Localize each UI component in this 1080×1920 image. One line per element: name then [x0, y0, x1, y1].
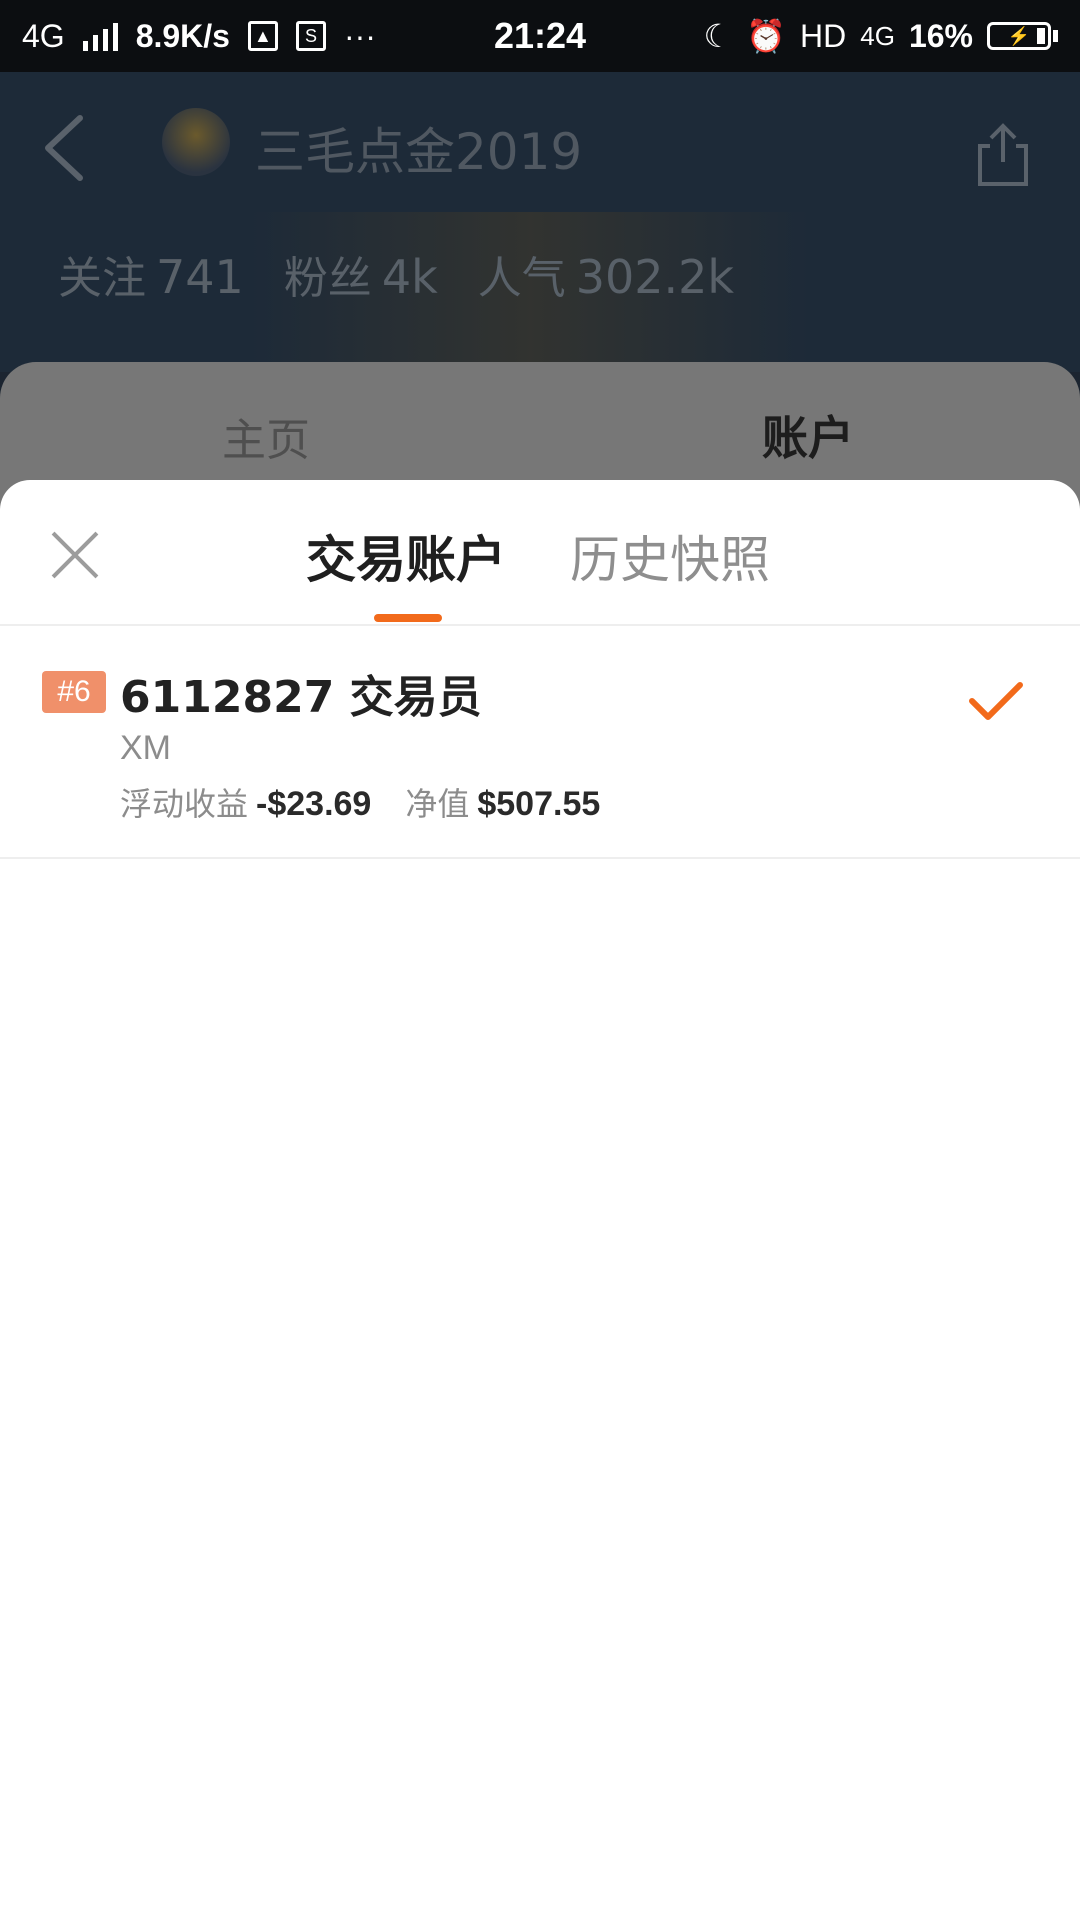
- alarm-icon: ⏰: [746, 18, 787, 54]
- account-broker: XM: [120, 729, 171, 767]
- back-button[interactable]: [38, 112, 98, 184]
- divider: [0, 857, 1080, 859]
- hd-indicator: HD: [800, 17, 847, 54]
- more-notifications-icon: ···: [343, 17, 376, 54]
- signal-icon: [82, 21, 118, 51]
- tab-history-snapshot[interactable]: 历史快照: [570, 520, 770, 592]
- close-icon[interactable]: [50, 530, 100, 580]
- profile-stats: 关注 741 粉丝 4k 人气 302.2k: [58, 242, 734, 306]
- account-list-item[interactable]: #6 6112827 交易员 XM 浮动收益 -$23.69 净值 $507.55: [0, 625, 1080, 857]
- stat-popularity: 人气 302.2k: [477, 250, 735, 304]
- stat-fans[interactable]: 粉丝 4k: [284, 242, 438, 306]
- status-right: ☾ ⏰ HD 4G 16% ⚡: [704, 0, 1058, 72]
- network-type: 4G: [22, 17, 65, 54]
- battery-icon: ⚡: [987, 22, 1058, 50]
- avatar[interactable]: [162, 108, 230, 176]
- gallery-notification-icon: ▲: [247, 21, 278, 51]
- floating-profit: 浮动收益 -$23.69: [120, 785, 372, 823]
- app-notification-icon: S: [295, 21, 326, 51]
- network-speed: 8.9K/s: [135, 17, 230, 54]
- account-sheet: 交易账户 历史快照 #6 6112827 交易员 XM 浮动收益 -$23.69 …: [0, 480, 1080, 1920]
- status-left: 4G 8.9K/s ▲ S ···: [22, 0, 376, 72]
- share-button[interactable]: [976, 122, 1030, 188]
- profile-header: 三毛点金2019 关注 741 粉丝 4k 人气 302.2k: [0, 72, 1080, 372]
- checkmark-icon: [969, 682, 1023, 720]
- tab-home[interactable]: 主页: [222, 404, 310, 468]
- equity: 净值 $507.55: [405, 785, 601, 823]
- network-type-2: 4G: [860, 20, 895, 51]
- stat-following[interactable]: 关注 741: [58, 242, 244, 306]
- active-tab-indicator: [374, 614, 442, 622]
- battery-percent: 16%: [908, 17, 973, 54]
- tab-account[interactable]: 账户: [762, 402, 854, 468]
- status-bar: 4G 8.9K/s ▲ S ··· 21:24 ☾ ⏰ HD 4G 16% ⚡: [0, 0, 1080, 72]
- account-title: 6112827 交易员: [120, 672, 482, 723]
- account-metrics: 浮动收益 -$23.69 净值 $507.55: [120, 779, 600, 825]
- moon-icon: ☾: [703, 18, 733, 54]
- rank-badge: #6: [42, 671, 106, 713]
- tab-trading-account[interactable]: 交易账户: [306, 520, 506, 592]
- username: 三毛点金2019: [255, 123, 583, 181]
